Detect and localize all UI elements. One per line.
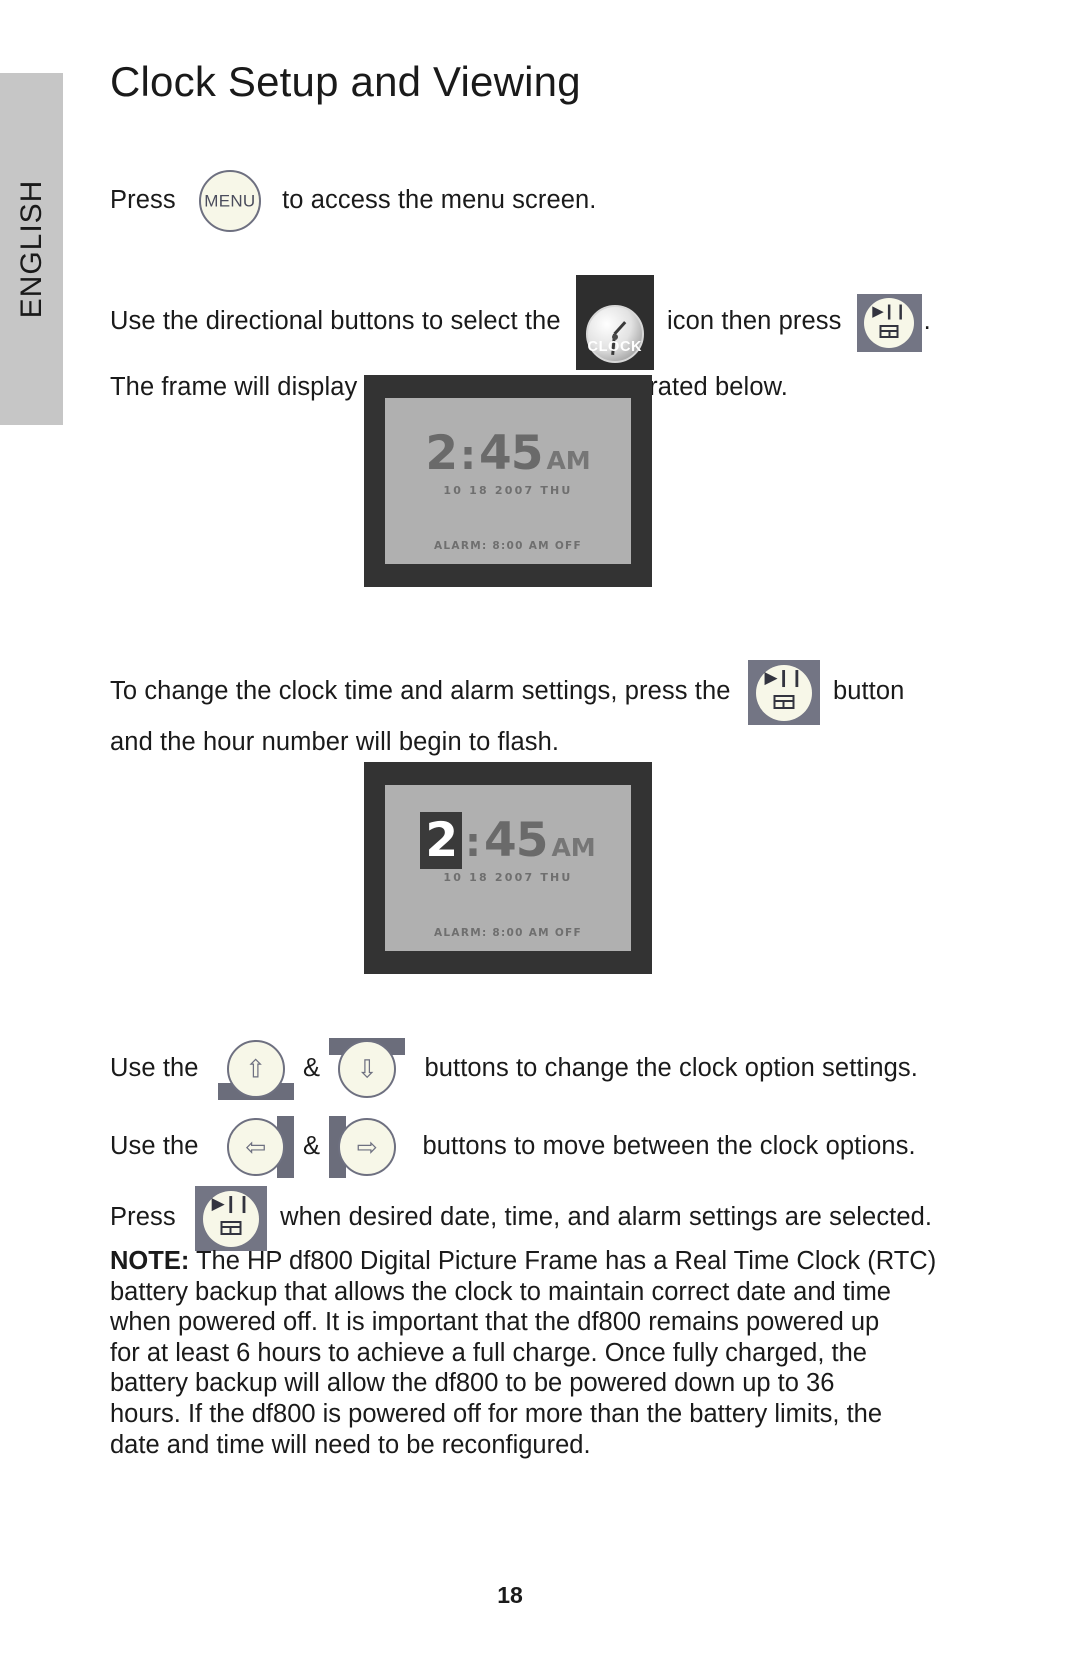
note-line-3: for at least 6 hours to achieve a full c… — [110, 1338, 867, 1367]
clock-1-hour: 2 — [425, 426, 458, 481]
step-change-time-pre: To change the clock time and alarm setti… — [110, 677, 731, 706]
step-select-clock-post: . — [923, 307, 931, 336]
page-content: Clock Setup and Viewing Press MENU to ac… — [110, 0, 936, 1669]
clock-2-ampm: AM — [551, 833, 596, 862]
clock-screen-1-display: 2:45 AM 10 18 2007 THU ALARM: 8:00 AM OFF — [385, 398, 631, 564]
step-up-down-amp: & — [302, 1053, 321, 1082]
language-tab: ENGLISH — [0, 73, 63, 425]
clock-menu-icon[interactable]: CLOCK — [575, 275, 654, 370]
play-enter-button-icon-3[interactable]: ▶❙❙ — [194, 1186, 267, 1251]
clock-2-alarm: ALARM: 8:00 AM OFF — [433, 927, 582, 939]
step-left-right: Use the ⇦ & ⇨ buttons to move between th… — [110, 1116, 916, 1178]
note-line-5: hours. If the df800 is powered off for m… — [110, 1399, 883, 1428]
arrow-right-icon: ⇨ — [356, 1132, 378, 1162]
step-press-menu: Press MENU to access the menu screen. — [110, 170, 910, 232]
step-left-right-pre: Use the — [110, 1131, 199, 1160]
list-view-icon — [879, 324, 899, 338]
step-select-clock-mid: icon then press — [667, 307, 842, 336]
language-tab-label: ENGLISH — [14, 179, 48, 319]
play-pause-icon: ▶❙❙ — [872, 301, 907, 320]
play-pause-icon: ▶❙❙ — [211, 1194, 252, 1214]
step-left-right-post: buttons to move between the clock option… — [422, 1131, 916, 1160]
page-title: Clock Setup and Viewing — [110, 58, 581, 105]
clock-1-minute: 45 — [479, 426, 543, 481]
clock-2-hour-highlighted: 2 — [420, 812, 463, 869]
clock-screen-illustration-1: 2:45 AM 10 18 2007 THU ALARM: 8:00 AM OFF — [364, 375, 652, 587]
clock-icon-label: CLOCK — [587, 339, 643, 355]
menu-button-icon[interactable]: MENU — [198, 170, 261, 232]
arrow-left-icon: ⇦ — [245, 1132, 267, 1162]
step-change-time-post: button — [832, 677, 905, 706]
note-line-2: when powered off. It is important that t… — [110, 1308, 880, 1337]
clock-1-ampm: AM — [546, 446, 591, 475]
step-select-clock-pre: Use the directional buttons to select th… — [110, 307, 561, 336]
note-line-6: date and time will need to be reconfigur… — [110, 1430, 591, 1459]
note-label: NOTE: — [110, 1247, 190, 1275]
note-line-1: battery backup that allows the clock to … — [110, 1277, 891, 1306]
step-left-right-amp: & — [302, 1131, 321, 1160]
step-confirm: Press ▶❙❙ when desired date, time, and a… — [110, 1186, 932, 1251]
step-up-down-post: buttons to change the clock option setti… — [424, 1053, 918, 1082]
play-pause-icon: ▶❙❙ — [764, 668, 804, 688]
note-line-0: The HP df800 Digital Picture Frame has a… — [189, 1247, 937, 1275]
step-change-time: To change the clock time and alarm setti… — [110, 660, 910, 758]
note-block: NOTE: The HP df800 Digital Picture Frame… — [110, 1246, 936, 1460]
clock-1-date: 10 18 2007 THU — [443, 484, 573, 497]
menu-button-label: MENU — [204, 191, 256, 211]
clock-2-minute: 45 — [484, 813, 548, 868]
clock-2-date: 10 18 2007 THU — [443, 871, 573, 884]
clock-1-colon: : — [460, 433, 477, 479]
clock-screen-2-display: 2:45 AM 10 18 2007 THU ALARM: 8:00 AM OFF — [385, 785, 631, 951]
left-button-icon[interactable]: ⇦ — [218, 1116, 294, 1178]
clock-screen-illustration-2: 2:45 AM 10 18 2007 THU ALARM: 8:00 AM OFF — [364, 762, 652, 974]
step-press-menu-pre: Press — [110, 185, 176, 214]
list-view-icon — [220, 1221, 242, 1235]
arrow-up-icon: ⇧ — [245, 1054, 267, 1084]
step-press-menu-post: to access the menu screen. — [282, 185, 597, 214]
up-button-icon[interactable]: ⇧ — [217, 1038, 294, 1100]
play-enter-button-icon[interactable]: ▶❙❙ — [856, 293, 922, 352]
step-up-down: Use the ⇧ & ⇩ buttons to change the cloc… — [110, 1038, 918, 1100]
play-enter-button-icon-2[interactable]: ▶❙❙ — [747, 660, 820, 725]
step-confirm-pre: Press — [110, 1203, 176, 1232]
clock-1-alarm: ALARM: 8:00 AM OFF — [433, 540, 582, 552]
clock-2-time-row: 2:45 AM — [385, 812, 631, 869]
step-confirm-post: when desired date, time, and alarm setti… — [280, 1203, 933, 1232]
page-number: 18 — [497, 1582, 523, 1608]
step-up-down-pre: Use the — [110, 1053, 199, 1082]
clock-1-time-row: 2:45 AM — [385, 426, 631, 481]
list-view-icon — [773, 695, 795, 709]
step-change-time-line2: and the hour number will begin to flash. — [110, 728, 560, 756]
arrow-down-icon: ⇩ — [356, 1054, 378, 1084]
right-button-icon[interactable]: ⇨ — [329, 1116, 405, 1178]
down-button-icon[interactable]: ⇩ — [329, 1038, 406, 1100]
note-line-4: battery backup will allow the df800 to b… — [110, 1369, 835, 1398]
clock-2-colon: : — [465, 820, 482, 866]
